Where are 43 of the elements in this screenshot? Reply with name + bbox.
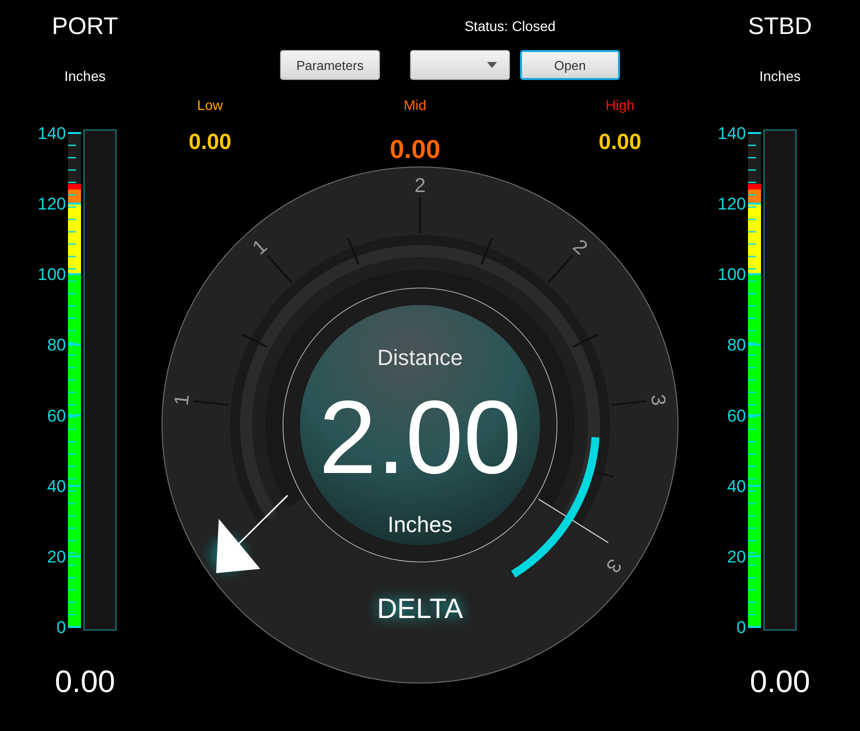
meter-reading: 0.00 bbox=[748, 664, 812, 700]
meter-title: PORT bbox=[50, 12, 120, 42]
threshold-value: 0.00 bbox=[598, 130, 642, 154]
action-button[interactable]: Open bbox=[520, 50, 620, 80]
dial-tick-label: 2 bbox=[414, 175, 426, 197]
threshold-label: Mid bbox=[404, 96, 426, 115]
dropdown[interactable] bbox=[410, 50, 510, 80]
threshold-label: High bbox=[606, 96, 634, 115]
gauge-title: Distance bbox=[377, 345, 463, 370]
action-button[interactable]: Parameters bbox=[280, 50, 380, 80]
scale-label: 40 bbox=[47, 476, 66, 496]
dial-tick-label: 3 bbox=[646, 393, 670, 407]
scale-label: 20 bbox=[47, 547, 66, 566]
dial-tick-label: 1 bbox=[248, 236, 272, 260]
scale-label: 100 bbox=[718, 265, 746, 284]
scale-label: 0 bbox=[736, 618, 746, 637]
meter-title: STBD bbox=[746, 12, 813, 42]
scale-label: 140 bbox=[38, 124, 66, 143]
threshold-value: 0.00 bbox=[390, 137, 440, 161]
gauge-mode: DELTA bbox=[376, 593, 464, 624]
scale-label: 80 bbox=[727, 336, 746, 355]
scale-label: 60 bbox=[47, 406, 66, 426]
scale-label: 40 bbox=[727, 476, 746, 496]
dial-tick-label: 2 bbox=[568, 236, 592, 260]
gauge-unit: Inches bbox=[388, 512, 452, 537]
scale-label: 140 bbox=[718, 124, 746, 143]
meter-reading: 0.00 bbox=[54, 664, 116, 700]
scale-label: 20 bbox=[727, 547, 746, 566]
dial-tick-label: 3 bbox=[601, 554, 626, 576]
scale-label: 0 bbox=[56, 618, 66, 637]
meter-unit: Inches bbox=[758, 67, 802, 86]
caret-icon bbox=[487, 62, 497, 68]
scale-label: 120 bbox=[38, 194, 66, 214]
scale-label: 80 bbox=[47, 336, 66, 355]
scale-label: 120 bbox=[718, 194, 746, 214]
gauge-value: 2.00 bbox=[318, 380, 522, 496]
scale-label: 60 bbox=[727, 406, 746, 426]
scale-label: 100 bbox=[38, 265, 66, 284]
status-text: Status: Closed bbox=[463, 17, 557, 36]
meter-unit: Inches bbox=[63, 67, 107, 86]
dial-tick-label: 1 bbox=[170, 393, 194, 407]
threshold-label: Low bbox=[197, 96, 223, 115]
threshold-value: 0.00 bbox=[188, 130, 232, 154]
